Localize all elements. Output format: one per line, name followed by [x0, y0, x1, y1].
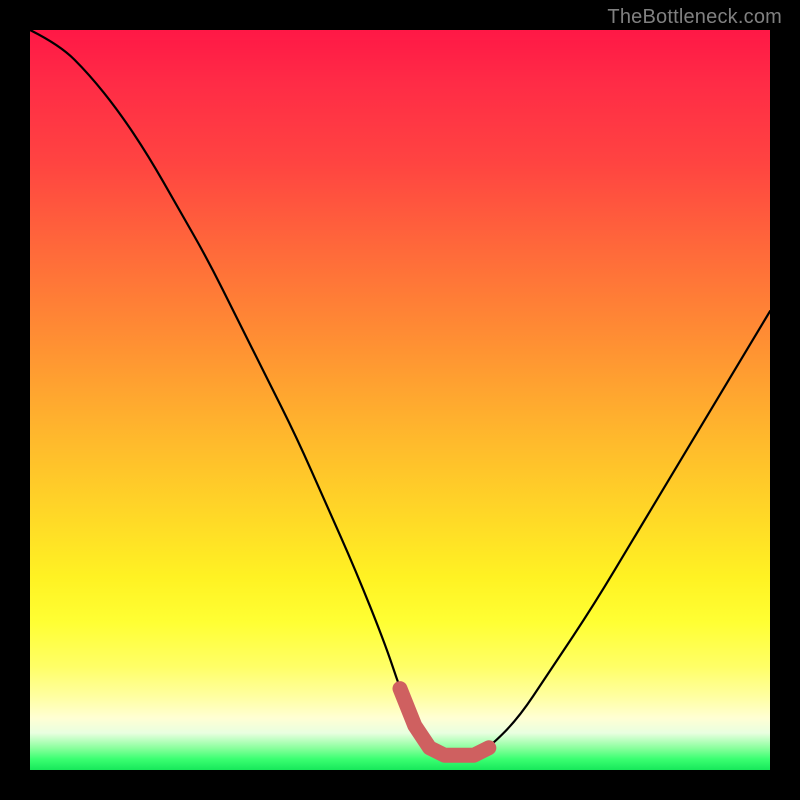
bottleneck-curve-path: [30, 30, 770, 755]
plot-area: [30, 30, 770, 770]
optimal-range-marker: [400, 689, 489, 756]
watermark-text: TheBottleneck.com: [607, 6, 782, 29]
chart-svg: [30, 30, 770, 770]
chart-frame: TheBottleneck.com: [0, 0, 800, 800]
